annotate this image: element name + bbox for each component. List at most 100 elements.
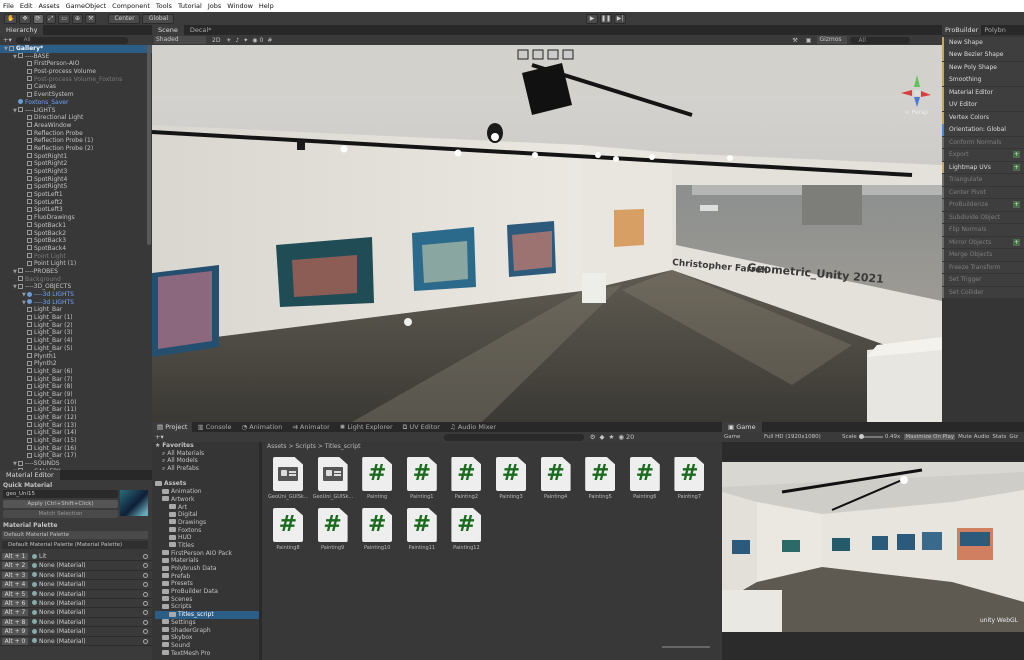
play-button[interactable]: ▶ — [586, 13, 598, 24]
resolution-dropdown[interactable]: Full HD (1920x1080) — [764, 434, 842, 440]
material-slot-field[interactable]: None (Material) — [32, 571, 86, 580]
material-slot-field[interactable]: None (Material) — [32, 590, 86, 599]
hierarchy-item[interactable]: Light_Bar (7) — [0, 376, 152, 384]
project-tree-item[interactable]: ProBuilder Data — [155, 588, 260, 596]
hierarchy-scrollbar[interactable] — [147, 45, 151, 245]
hierarchy-item[interactable]: ▼ Gallery* — [0, 45, 152, 53]
probuilder-orientation-global-button[interactable]: Orientation: Global — [942, 124, 1024, 136]
scene-viewport[interactable]: Christopher Farrell Geometric_Unity 2021… — [152, 45, 942, 422]
project-tree-item[interactable]: Titles_script — [155, 611, 260, 619]
asset-item[interactable]: # Painting2 — [446, 457, 486, 500]
hierarchy-item[interactable]: Plynth1 — [0, 353, 152, 361]
hierarchy-item[interactable]: SpotRight3 — [0, 168, 152, 176]
object-picker-icon[interactable] — [143, 563, 148, 569]
hierarchy-item[interactable]: Light_Bar (9) — [0, 391, 152, 399]
transform-tool-icon[interactable]: ⊕ — [72, 13, 84, 24]
hierarchy-item[interactable]: Light_Bar (15) — [0, 437, 152, 445]
hierarchy-item[interactable]: Reflection Probe (2) — [0, 145, 152, 153]
favorite-icon[interactable]: ★ — [609, 433, 615, 441]
hierarchy-item[interactable]: ▼ ----SOUNDS — [0, 460, 152, 468]
probuilder-mirror-objects-button[interactable]: Mirror Objects + — [942, 236, 1024, 249]
maximize-on-play-toggle[interactable]: Maximize On Play — [904, 434, 956, 440]
project-tree-item[interactable]: ShaderGraph — [155, 627, 260, 635]
hierarchy-item[interactable]: Light_Bar (3) — [0, 329, 152, 337]
hierarchy-item[interactable]: SpotLeft2 — [0, 199, 152, 207]
match-selection-button[interactable]: Match Selection — [3, 510, 118, 518]
asset-item[interactable]: GeoUni_GUISk... — [313, 457, 353, 500]
material-shortcut-button[interactable]: Alt + 3 — [2, 571, 28, 579]
project-search-input[interactable] — [443, 433, 584, 441]
project-splitter[interactable] — [259, 442, 262, 660]
asset-item[interactable]: # Painting — [357, 457, 397, 500]
asset-item[interactable]: # Painting11 — [402, 508, 442, 551]
menu-item-gameobject[interactable]: GameObject — [66, 2, 107, 10]
options-plus-icon[interactable]: + — [1013, 201, 1020, 209]
menu-item-edit[interactable]: Edit — [20, 2, 33, 10]
project-tree-item[interactable]: Foxtons — [155, 527, 260, 535]
hierarchy-item[interactable]: Light_Bar (1) — [0, 314, 152, 322]
pause-button[interactable]: ❚❚ — [600, 13, 612, 24]
audio-icon[interactable]: ♪ — [235, 37, 239, 44]
hierarchy-item[interactable]: SpotRight4 — [0, 176, 152, 184]
hierarchy-item[interactable]: SpotRight1 — [0, 153, 152, 161]
object-picker-icon[interactable] — [143, 582, 148, 588]
hierarchy-item[interactable]: ▼ ----LIGHTS — [0, 107, 152, 115]
project-tree-item[interactable]: Assets — [155, 480, 260, 488]
probuilder-smoothing-button[interactable]: Smoothing — [942, 74, 1024, 87]
hierarchy-item[interactable]: Point Light (1) — [0, 260, 152, 268]
probuilder-center-pivot-button[interactable]: Center Pivot — [942, 186, 1024, 199]
quick-material-field[interactable]: geo_Uni15 — [3, 490, 118, 498]
custom-tool-icon[interactable]: ⚒ — [85, 13, 97, 24]
material-shortcut-button[interactable]: Alt + 2 — [2, 562, 28, 570]
material-shortcut-button[interactable]: Alt + 0 — [2, 637, 28, 645]
display-dropdown[interactable]: Game — [724, 434, 764, 440]
project-tree-item[interactable]: Skybox — [155, 634, 260, 642]
probuilder-tab[interactable]: ProBuilder — [942, 25, 982, 35]
hierarchy-item[interactable]: Light_Bar (10) — [0, 399, 152, 407]
project-tree-item[interactable]: TextMesh Pro — [155, 650, 260, 658]
hierarchy-item[interactable]: Point Light — [0, 253, 152, 261]
hierarchy-item[interactable]: Post-process Volume_Foxtons — [0, 76, 152, 84]
material-palette-dropdown[interactable]: Default Material Palette — [2, 531, 148, 539]
asset-item[interactable]: # Painting12 — [446, 508, 486, 551]
game-viewport[interactable]: unity WebGL — [722, 462, 1024, 632]
probuilder-triangulate-button[interactable]: Triangulate — [942, 174, 1024, 186]
breadcrumb-segment[interactable]: Assets — [267, 443, 288, 450]
material-slot-field[interactable]: None (Material) — [32, 561, 86, 570]
hierarchy-item[interactable]: SpotBack2 — [0, 230, 152, 238]
stats-toggle[interactable]: Stats — [992, 434, 1006, 440]
hierarchy-item[interactable]: Light_Bar (8) — [0, 383, 152, 391]
hidden-objects-icon[interactable]: ◉ — [252, 37, 257, 44]
project-tab-uv-editor[interactable]: ⧉ UV Editor — [397, 422, 445, 432]
hierarchy-item[interactable]: Light_Bar (17) — [0, 452, 152, 460]
polybrush-tab[interactable]: Polybn — [981, 25, 1009, 35]
hierarchy-item[interactable]: SpotBack4 — [0, 245, 152, 253]
hidden-packages-icon[interactable]: ◉ — [618, 433, 624, 441]
probuilder-uv-editor-button[interactable]: UV Editor — [942, 99, 1024, 112]
hierarchy-item[interactable]: Light_Bar (12) — [0, 414, 152, 422]
material-slot-field[interactable]: Lit — [32, 552, 46, 561]
hierarchy-item[interactable]: Light_Bar (6) — [0, 368, 152, 376]
hierarchy-item[interactable]: ▼ ----3d LIGHTS — [0, 299, 152, 307]
breadcrumb-segment[interactable]: Titles_script — [325, 443, 361, 450]
tools-icon[interactable]: ⚒ — [792, 37, 797, 44]
probuilder-merge-objects-button[interactable]: Merge Objects — [942, 249, 1024, 261]
icon-size-slider[interactable] — [662, 646, 710, 648]
hierarchy-item[interactable]: Light_Bar (2) — [0, 322, 152, 330]
hierarchy-item[interactable]: Light_Bar (5) — [0, 345, 152, 353]
hierarchy-item[interactable]: Reflection Probe — [0, 130, 152, 138]
object-picker-icon[interactable] — [143, 600, 148, 606]
options-plus-icon[interactable]: + — [1013, 238, 1020, 246]
hierarchy-item[interactable]: SpotRight5 — [0, 183, 152, 191]
hierarchy-item[interactable]: EventSystem — [0, 91, 152, 99]
probuilder-flip-normals-button[interactable]: Flip Normals — [942, 224, 1024, 236]
material-shortcut-button[interactable]: Alt + 8 — [2, 618, 28, 626]
project-tree-item[interactable]: Scenes — [155, 596, 260, 604]
material-palette-field[interactable]: Default Material Palette (Material Palet… — [2, 541, 148, 549]
hierarchy-item[interactable]: Plynth2 — [0, 360, 152, 368]
options-plus-icon[interactable]: + — [1013, 163, 1020, 171]
probuilder-new-shape-button[interactable]: New Shape — [942, 37, 1024, 49]
game-gizmos-toggle[interactable]: Giz — [1009, 434, 1018, 440]
scene-search-input[interactable]: All — [850, 36, 911, 44]
pivot-center-button[interactable]: Center — [108, 13, 141, 24]
